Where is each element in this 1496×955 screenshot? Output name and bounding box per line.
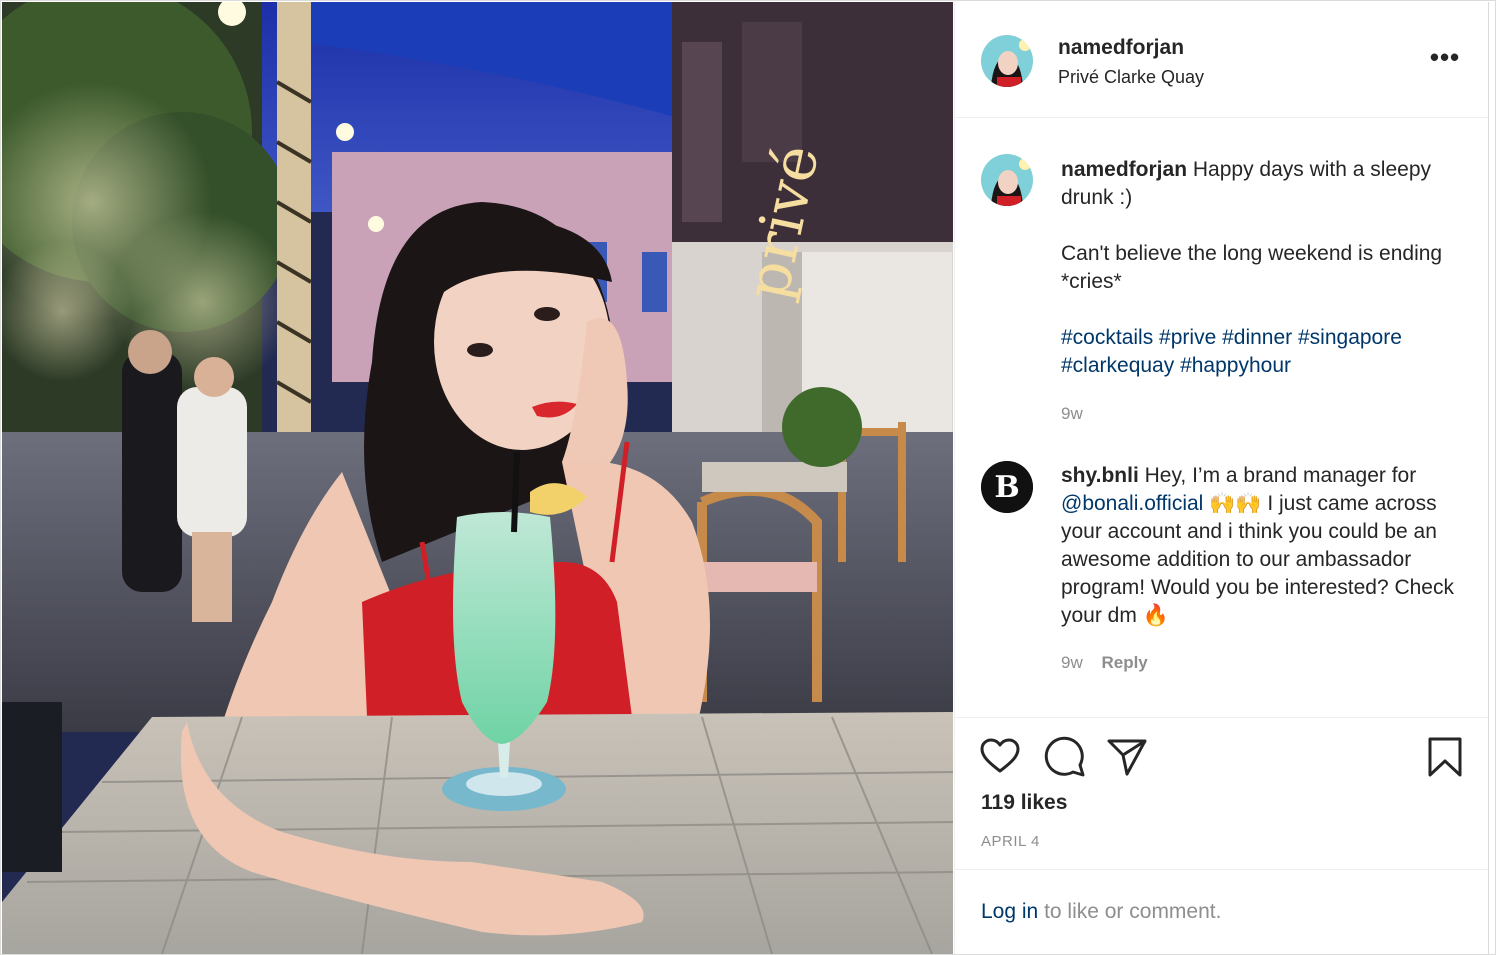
- photo-illustration: privé: [2, 2, 953, 954]
- reply-button[interactable]: Reply: [1101, 653, 1147, 672]
- login-rest: to like or comment.: [1044, 900, 1222, 923]
- comment-text-before: Hey, I’m a brand manager for: [1144, 464, 1417, 487]
- caption-avatar-image: [981, 154, 1033, 206]
- post-location[interactable]: Privé Clarke Quay: [1058, 67, 1204, 88]
- comment-age[interactable]: 9w: [1061, 653, 1083, 672]
- action-bar: 119 likes APRIL 4: [955, 717, 1488, 870]
- login-link[interactable]: Log in: [981, 900, 1038, 923]
- mention-link[interactable]: @bonali.official: [1061, 492, 1203, 515]
- more-options-icon[interactable]: •••: [1425, 44, 1465, 76]
- login-prompt: Log in to like or comment.: [955, 869, 1488, 955]
- comment-text: shy.bnli Hey, I’m a brand manager for @b…: [1061, 462, 1461, 630]
- hashtag-link[interactable]: #cocktails: [1061, 326, 1153, 349]
- commenter-avatar[interactable]: B: [981, 461, 1033, 513]
- hashtag-link[interactable]: #dinner: [1222, 326, 1292, 349]
- caption-username[interactable]: namedforjan: [1061, 158, 1187, 181]
- comment-meta: 9w Reply: [1061, 653, 1148, 673]
- commenter-avatar-image: B: [981, 461, 1033, 513]
- share-send-icon[interactable]: [1105, 735, 1149, 779]
- caption-hashtags: #cocktails #prive #dinner #singapore #cl…: [1061, 324, 1461, 380]
- commenter-avatar-letter: B: [994, 470, 1019, 505]
- fire-emoji: 🔥: [1142, 604, 1169, 627]
- save-bookmark-icon[interactable]: [1423, 735, 1467, 779]
- post-window: privé namedforjan Privé Clarke Quay ••• …: [0, 0, 1496, 955]
- post-sidebar: namedforjan Privé Clarke Quay ••• namedf…: [954, 2, 1489, 954]
- post-date[interactable]: APRIL 4: [981, 833, 1040, 850]
- login-prompt-text: Log in to like or comment.: [981, 900, 1221, 924]
- author-avatar-image: [981, 35, 1033, 87]
- post-photo[interactable]: privé: [2, 2, 953, 954]
- hashtag-link[interactable]: #happyhour: [1180, 354, 1291, 377]
- hashtag-link[interactable]: #singapore: [1298, 326, 1402, 349]
- hashtag-link[interactable]: #clarkequay: [1061, 354, 1174, 377]
- caption-age[interactable]: 9w: [1061, 404, 1083, 424]
- comment-bubble-icon[interactable]: [1042, 735, 1086, 779]
- commenter-username[interactable]: shy.bnli: [1061, 464, 1139, 487]
- comments-section: namedforjan Happy days with a sleepy dru…: [955, 118, 1488, 718]
- hashtag-link[interactable]: #prive: [1159, 326, 1216, 349]
- caption-text: namedforjan Happy days with a sleepy dru…: [1061, 156, 1461, 380]
- likes-count[interactable]: 119 likes: [981, 791, 1067, 815]
- post-header: namedforjan Privé Clarke Quay •••: [955, 2, 1488, 118]
- raised-hands-emoji: 🙌🙌: [1209, 492, 1262, 515]
- caption-line-2: Can't believe the long weekend is ending…: [1061, 242, 1443, 293]
- caption-avatar[interactable]: [981, 154, 1033, 206]
- author-username[interactable]: namedforjan: [1058, 36, 1184, 60]
- like-heart-icon[interactable]: [978, 735, 1022, 779]
- author-avatar[interactable]: [981, 35, 1033, 87]
